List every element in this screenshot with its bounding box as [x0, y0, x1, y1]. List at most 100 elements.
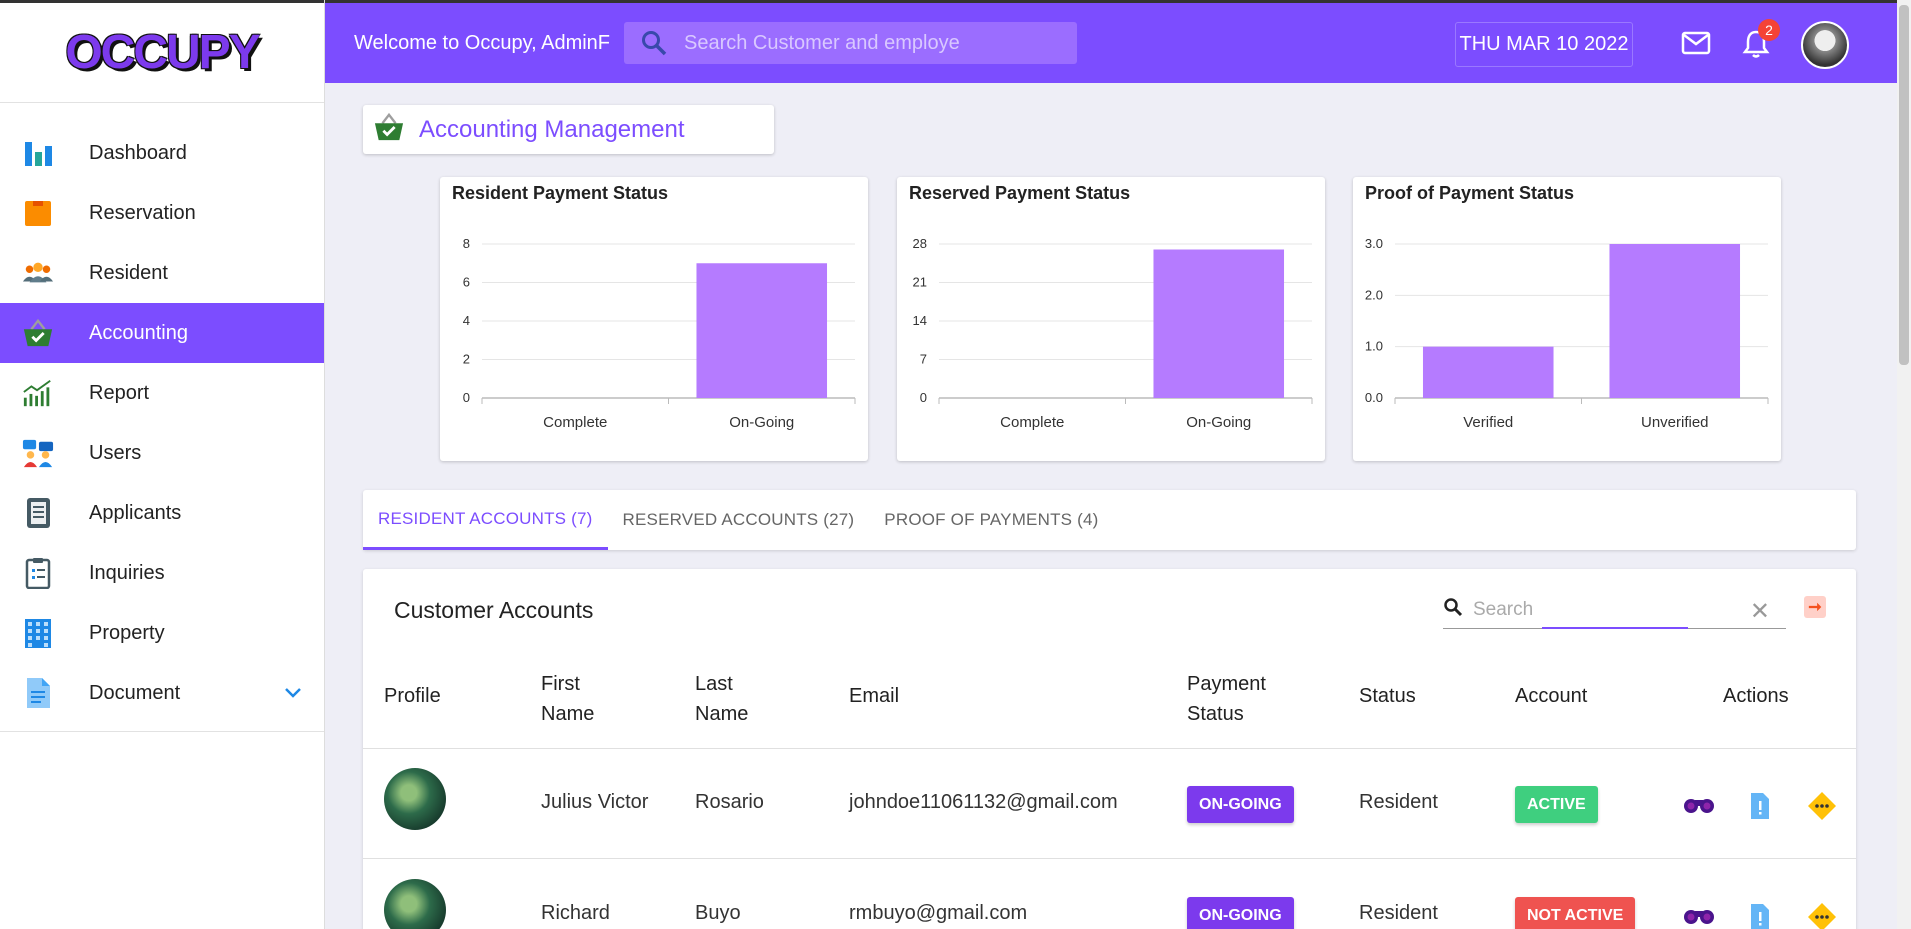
payment-status-badge: ON-GOING: [1187, 786, 1294, 823]
sidebar-item-dashboard[interactable]: Dashboard: [0, 123, 324, 183]
y-tick-label: 8: [463, 236, 470, 251]
sidebar-nav: Dashboard Reservation Resident Accountin…: [0, 103, 324, 732]
sidebar-item-label: Report: [89, 381, 150, 404]
first-name: Julius Victor: [541, 791, 649, 813]
app-logo[interactable]: OCCUPY: [65, 25, 260, 80]
y-tick-label: 7: [920, 352, 927, 367]
bar: [696, 263, 828, 398]
last-name: Rosario: [695, 791, 764, 813]
top-header: Welcome to Occupy, AdminF THU MAR 10 202…: [325, 0, 1897, 83]
bar: [1153, 249, 1285, 398]
search-icon: [624, 30, 684, 56]
header-line: Name: [541, 703, 595, 725]
mail-icon[interactable]: [1681, 31, 1711, 60]
first-name: Richard: [541, 902, 610, 924]
profile-avatar[interactable]: [384, 879, 446, 929]
sidebar-item-label: Document: [89, 681, 181, 704]
chart-plot: 0 2 4 6 8 Complete On-Going: [463, 236, 856, 431]
sidebar-item-label: Inquiries: [89, 561, 165, 584]
global-search-input[interactable]: [684, 31, 1044, 55]
sidebar-item-label: Resident: [89, 261, 168, 284]
profile-avatar[interactable]: [384, 768, 446, 830]
basket-icon: [22, 317, 54, 349]
sidebar-item-report[interactable]: Report: [0, 363, 324, 423]
sidebar-item-document[interactable]: Document: [0, 663, 324, 723]
table-row[interactable]: Richard Buyo rmbuyo@gmail.com ON-GOING R…: [363, 860, 1856, 929]
sidebar-item-users[interactable]: Users: [0, 423, 324, 483]
bar: [1609, 244, 1741, 398]
x-tick-label: Verified: [1463, 414, 1513, 431]
x-tick-label: On-Going: [729, 414, 794, 431]
more-options-icon[interactable]: [1807, 902, 1837, 929]
y-tick-label: 14: [913, 313, 927, 328]
chevron-down-icon[interactable]: [284, 683, 302, 704]
info-document-icon[interactable]: [1749, 903, 1771, 929]
chart-plot: 0.0 1.0 2.0 3.0 Verified Unverified: [1365, 236, 1769, 431]
search-icon: [1443, 597, 1463, 622]
y-tick-label: 28: [913, 236, 927, 251]
clipboard-icon: [22, 557, 54, 589]
bar-chart-icon: [22, 137, 54, 169]
column-header-status[interactable]: Status: [1359, 681, 1416, 711]
column-header-payment-status[interactable]: Payment Status: [1187, 669, 1266, 729]
global-search[interactable]: [624, 22, 1077, 64]
sidebar-item-label: Property: [89, 621, 165, 644]
column-header-last-name[interactable]: Last Name: [695, 669, 748, 729]
chart-resident-payment: Resident Payment Status 0 2 4 6 8 Complete On-…: [440, 177, 868, 461]
table-search-input[interactable]: [1473, 598, 1733, 621]
sidebar-item-resident[interactable]: Resident: [0, 243, 324, 303]
y-tick-label: 6: [463, 275, 470, 290]
info-document-icon[interactable]: [1749, 792, 1771, 825]
column-header-email[interactable]: Email: [849, 681, 899, 711]
sidebar-item-label: Applicants: [89, 501, 182, 524]
more-options-icon[interactable]: [1807, 791, 1837, 826]
table-search[interactable]: ✕: [1443, 591, 1786, 629]
box-icon: [22, 197, 54, 229]
tab-reserved-accounts[interactable]: RESERVED ACCOUNTS (27): [608, 490, 870, 550]
binoculars-icon[interactable]: [1683, 903, 1715, 929]
column-header-first-name[interactable]: First Name: [541, 669, 594, 729]
sidebar-item-reservation[interactable]: Reservation: [0, 183, 324, 243]
sidebar-item-accounting[interactable]: Accounting: [0, 303, 324, 363]
sidebar-item-property[interactable]: Property: [0, 603, 324, 663]
email: johndoe11061132@gmail.com: [849, 791, 1118, 813]
sidebar-item-label: Accounting: [89, 321, 188, 344]
sidebar-item-label: Reservation: [89, 201, 196, 224]
bar: [1422, 346, 1554, 398]
tab-proof-of-payments[interactable]: PROOF OF PAYMENTS (4): [869, 490, 1113, 550]
basket-icon: [373, 112, 405, 147]
x-tick-label: On-Going: [1186, 414, 1251, 431]
column-header-account[interactable]: Account: [1515, 681, 1587, 711]
date-display[interactable]: THU MAR 10 2022: [1455, 22, 1633, 67]
table-title: Customer Accounts: [394, 597, 594, 623]
column-header-profile[interactable]: Profile: [384, 681, 441, 711]
page-title-card: Accounting Management: [363, 105, 774, 154]
chart-proof-payment: Proof of Payment Status 0.0 1.0 2.0 3.0 Veri…: [1353, 177, 1781, 461]
chart-reserved-payment: Reserved Payment Status 0 7 14 21 28 Complete…: [897, 177, 1325, 461]
header-line: Payment: [1187, 673, 1266, 695]
chart-plot: 0 7 14 21 28 Complete On-Going: [913, 236, 1313, 431]
x-tick-label: Complete: [1000, 414, 1064, 431]
y-tick-label: 2.0: [1365, 287, 1383, 302]
export-icon[interactable]: ➞: [1804, 596, 1826, 618]
y-tick-label: 0: [463, 390, 470, 405]
users-chat-icon: [22, 437, 54, 469]
customer-accounts-table: Customer Accounts ✕ ➞ Profile First Name…: [363, 569, 1856, 929]
building-icon: [22, 617, 54, 649]
search-focus-underline: [1542, 627, 1688, 629]
sidebar-item-inquiries[interactable]: Inquiries: [0, 543, 324, 603]
table-row[interactable]: Julius Victor Rosario johndoe11061132@gm…: [363, 749, 1856, 859]
sidebar-item-applicants[interactable]: Applicants: [0, 483, 324, 543]
tab-resident-accounts[interactable]: RESIDENT ACCOUNTS (7): [363, 490, 608, 550]
payment-status-badge: ON-GOING: [1187, 897, 1294, 929]
close-icon[interactable]: ✕: [1750, 597, 1770, 626]
y-tick-label: 0: [920, 390, 927, 405]
people-icon: [22, 257, 54, 289]
account-status-badge: ACTIVE: [1515, 786, 1598, 823]
scrollbar-thumb[interactable]: [1899, 5, 1909, 365]
sidebar: OCCUPY Dashboard Reservation Resident Ac…: [0, 0, 325, 929]
user-avatar[interactable]: [1801, 21, 1849, 69]
page-scrollbar[interactable]: [1897, 0, 1911, 929]
binoculars-icon[interactable]: [1683, 792, 1715, 821]
notification-badge: 2: [1758, 19, 1780, 41]
